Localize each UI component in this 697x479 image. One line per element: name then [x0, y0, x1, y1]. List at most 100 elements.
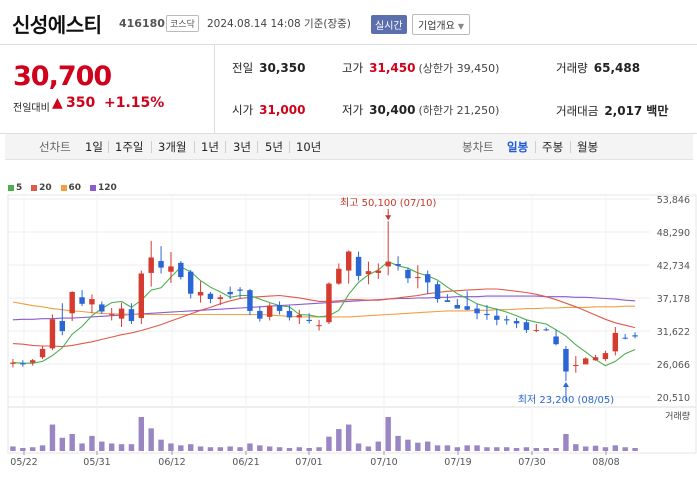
- candle-body: [178, 262, 184, 278]
- candle-body: [424, 274, 431, 283]
- tab-5y[interactable]: 5년: [265, 139, 283, 155]
- tab-1d[interactable]: 1일: [85, 139, 103, 155]
- volume-bar: [563, 434, 569, 451]
- volume-bar: [118, 444, 125, 451]
- volume-bar: [247, 443, 253, 451]
- stat-value: 2,017: [604, 104, 643, 118]
- divider: [108, 141, 109, 153]
- candle-body: [316, 325, 322, 327]
- divider: [535, 141, 536, 153]
- stat-label: 전일: [232, 61, 254, 75]
- volume-bar: [444, 445, 451, 451]
- candle-body: [395, 264, 401, 266]
- ma60-line: [12, 301, 636, 318]
- company-info-dropdown[interactable]: 기업개요 ▼: [412, 14, 470, 35]
- tab-10y[interactable]: 10년: [296, 139, 321, 155]
- tab-daily[interactable]: 일봉: [507, 139, 528, 155]
- candle-body: [29, 360, 36, 363]
- candle-body: [365, 271, 372, 275]
- volume-bar: [395, 435, 401, 451]
- volume-bar: [79, 443, 85, 451]
- volume-bar: [405, 439, 411, 451]
- min-annotation: 최저 23,200 (08/05): [518, 394, 614, 406]
- stat-label: 저가: [342, 103, 364, 117]
- current-price: 30,700: [13, 61, 112, 92]
- volume-bar: [602, 447, 609, 451]
- volume-bar: [592, 445, 599, 451]
- divider: [151, 141, 152, 153]
- volume-bar: [336, 429, 342, 451]
- candle-body: [464, 306, 470, 310]
- volume-bar: [168, 443, 174, 451]
- realtime-button[interactable]: 실시간: [371, 15, 407, 34]
- candle-body: [484, 313, 490, 316]
- quote-datetime: 2024.08.14 14:08 기준(장중): [207, 18, 351, 30]
- x-tick-label: 05/31: [83, 457, 110, 468]
- volume-bar: [306, 447, 312, 451]
- line-chart-label[interactable]: 선차트: [39, 139, 71, 155]
- candle-body: [257, 310, 263, 319]
- stat-value: 31,000: [259, 103, 306, 117]
- volume-bar: [276, 447, 283, 451]
- min-arrow-icon: [562, 382, 569, 388]
- stat-label: 거래량: [556, 61, 588, 75]
- volume-bar: [385, 417, 391, 451]
- volume-bar: [632, 447, 638, 451]
- y-tick-label: 48,290: [657, 228, 690, 239]
- stat-value: 30,350: [259, 61, 306, 75]
- y-tick-label: 20,510: [657, 393, 690, 404]
- chart-frame: [7, 194, 697, 454]
- volume-bar: [316, 447, 322, 451]
- tab-1w[interactable]: 1주일: [115, 139, 143, 155]
- volume-bar: [424, 441, 431, 451]
- stat-volume: 거래량 65,488: [556, 60, 640, 76]
- volume-bar: [266, 446, 273, 451]
- candle-body: [582, 358, 589, 365]
- stat-amount: 거래대금 2,017 백만: [556, 102, 668, 119]
- y-tick-label: 42,734: [657, 261, 690, 272]
- x-tick-label: 07/19: [444, 457, 471, 468]
- candle-body: [276, 304, 283, 311]
- y-tick-label: 26,066: [657, 360, 690, 371]
- candle-body: [513, 321, 520, 324]
- candle-body: [592, 357, 599, 361]
- candle-body: [533, 329, 540, 331]
- tab-weekly[interactable]: 주봉: [542, 139, 563, 155]
- candle-chart-label[interactable]: 봉차트: [462, 139, 494, 155]
- candle-body: [187, 271, 194, 294]
- volume-bar: [99, 441, 105, 451]
- tab-1y[interactable]: 1년: [201, 139, 219, 155]
- volume-bar: [128, 444, 135, 451]
- y-tick-label: 31,622: [657, 327, 690, 338]
- volume-bar: [573, 444, 579, 451]
- divider: [570, 141, 571, 153]
- candle-body: [494, 315, 500, 320]
- max-arrow-icon: [385, 215, 392, 221]
- volume-bar: [227, 446, 233, 451]
- candle-body: [602, 353, 609, 360]
- candle-body: [296, 315, 303, 318]
- tab-monthly[interactable]: 월봉: [577, 139, 598, 155]
- candle-body: [247, 290, 253, 311]
- candle-body: [49, 319, 56, 349]
- candle-body: [444, 300, 451, 303]
- volume-label: 거래량: [665, 410, 690, 422]
- candle-body: [108, 313, 115, 315]
- stock-header: 신성에스티 416180 코스닥 2024.08.14 14:08 기준(장중)…: [0, 0, 697, 44]
- volume-bar: [513, 447, 520, 451]
- volume-bar: [355, 443, 362, 451]
- volume-bar: [178, 445, 184, 451]
- candle-body: [434, 284, 441, 300]
- candle-body: [237, 289, 243, 291]
- candle-body: [158, 261, 164, 268]
- market-badge: 코스닥: [166, 15, 199, 32]
- candle-body: [39, 348, 46, 358]
- stat-unit: 백만: [646, 104, 669, 118]
- tab-3m[interactable]: 3개월: [158, 139, 186, 155]
- divider: [194, 141, 195, 153]
- tab-3y[interactable]: 3년: [233, 139, 251, 155]
- candle-body: [59, 321, 66, 332]
- volume-bar: [494, 447, 500, 451]
- candlestick-chart[interactable]: 53,846 48,290 42,734 37,178 31,622 26,066 20,5…: [0, 175, 697, 479]
- volume-bar: [59, 437, 66, 451]
